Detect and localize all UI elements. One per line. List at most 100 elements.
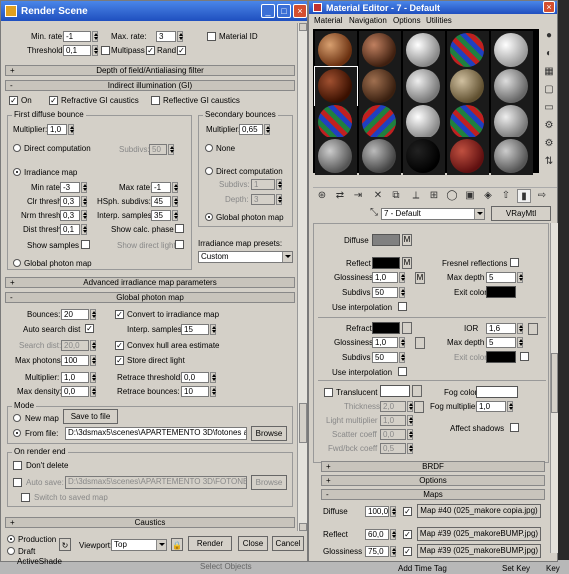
max-density-input[interactable]: 0,0: [61, 386, 89, 397]
show-end-result-icon[interactable]: ▮: [517, 189, 531, 203]
new-map-radio[interactable]: [13, 414, 21, 422]
put-to-scene-icon[interactable]: ⇄: [333, 189, 347, 203]
translucent-map-button[interactable]: [412, 385, 422, 397]
spinner-icon[interactable]: [210, 324, 216, 335]
rollout-global-photon[interactable]: - Global photon map: [5, 292, 295, 303]
refract-exit-checkbox[interactable]: [520, 352, 529, 361]
gpm-multiplier-input[interactable]: 1,0: [61, 372, 89, 383]
preview-icon[interactable]: ⚙: [542, 119, 556, 133]
spinner-icon[interactable]: [92, 45, 98, 56]
material-name-field[interactable]: 7 - Default: [381, 208, 485, 220]
spinner-icon[interactable]: [90, 340, 96, 351]
spinner-icon[interactable]: [517, 337, 523, 348]
backlight-icon[interactable]: ◐: [542, 47, 556, 61]
spinner-icon[interactable]: [90, 372, 96, 383]
spinner-icon[interactable]: [390, 546, 396, 557]
retrace-bounces-input[interactable]: 10: [181, 386, 209, 397]
viewport-select[interactable]: Top: [111, 539, 167, 551]
secondary-subdivs-input[interactable]: 1: [251, 179, 275, 190]
lock-icon[interactable]: 🔒: [171, 538, 183, 551]
sample-slot[interactable]: [359, 67, 401, 105]
editor-scrollbar[interactable]: [550, 223, 558, 553]
exit-color-swatch[interactable]: [486, 286, 516, 298]
refract-interp-checkbox[interactable]: [398, 367, 407, 376]
show-map-icon[interactable]: ▣: [463, 189, 477, 203]
spinner-icon[interactable]: [210, 372, 216, 383]
irr-min-rate-input[interactable]: -3: [60, 182, 80, 193]
sample-slot[interactable]: [403, 31, 445, 69]
spinner-icon[interactable]: [90, 355, 96, 366]
sample-slots[interactable]: [313, 29, 539, 175]
chevron-down-icon[interactable]: [156, 540, 166, 550]
aa-max-rate-input[interactable]: 3: [156, 31, 176, 42]
spinner-icon[interactable]: [177, 31, 183, 42]
refract-max-depth-input[interactable]: 5: [486, 337, 516, 348]
spinner-icon[interactable]: [276, 194, 282, 205]
map-glossiness-button[interactable]: Map #39 (025_makoreBUMP.jpg): [417, 544, 541, 558]
material-id-checkbox[interactable]: [207, 32, 216, 41]
options-icon[interactable]: ⚙: [542, 137, 556, 151]
refract-exit-swatch[interactable]: [486, 351, 516, 363]
uv-tiling-icon[interactable]: ▢: [542, 83, 556, 97]
from-file-path[interactable]: D:\3dsmax5\scenes\APARTEMENTO 3D\fotones…: [65, 427, 247, 440]
sample-slot[interactable]: [359, 31, 401, 69]
spinner-icon[interactable]: [507, 401, 513, 412]
production-radio[interactable]: [7, 535, 15, 543]
spinner-icon[interactable]: [81, 210, 87, 221]
spinner-icon[interactable]: [276, 179, 282, 190]
subdivs-input[interactable]: 50: [149, 144, 167, 155]
material-type-button[interactable]: VRayMtl: [491, 206, 551, 221]
multipass-checkbox[interactable]: [101, 46, 110, 55]
irr-max-rate-input[interactable]: -1: [151, 182, 171, 193]
gloss-map-button[interactable]: M: [415, 272, 425, 284]
refract-glossiness-input[interactable]: 1,0: [372, 337, 398, 348]
sample-slot[interactable]: [491, 103, 533, 141]
reset-icon[interactable]: ✕: [371, 189, 385, 203]
switch-saved-checkbox[interactable]: [21, 493, 30, 502]
minimize-icon[interactable]: _: [261, 4, 275, 18]
store-direct-checkbox[interactable]: ✓: [115, 356, 124, 365]
none-radio[interactable]: [205, 144, 213, 152]
refract-map-button[interactable]: [402, 322, 412, 334]
rollout-advanced-irradiance[interactable]: + Advanced irradiance map parameters: [5, 277, 295, 288]
refract-swatch[interactable]: [372, 322, 400, 334]
interp-samples-input[interactable]: 35: [151, 210, 171, 221]
reflect-glossiness-input[interactable]: 1,0: [372, 272, 398, 283]
effects-channel-icon[interactable]: ◯: [445, 189, 459, 203]
reflect-max-depth-input[interactable]: 5: [486, 272, 516, 283]
copy-material-icon[interactable]: ⧉: [389, 189, 403, 203]
gpm-interp-input[interactable]: 15: [181, 324, 209, 335]
translucent-swatch[interactable]: [380, 385, 410, 397]
spinner-icon[interactable]: [407, 401, 413, 412]
sample-slot[interactable]: [314, 66, 358, 106]
sample-slot[interactable]: [403, 67, 445, 105]
spinner-icon[interactable]: [407, 443, 413, 454]
go-forward-icon[interactable]: ⇨: [535, 189, 549, 203]
refract-gloss-map-button[interactable]: [415, 337, 425, 349]
sample-slot[interactable]: [447, 67, 489, 105]
light-multiplier-input[interactable]: 1,0: [380, 415, 406, 426]
sample-slot[interactable]: [359, 137, 401, 175]
library-icon[interactable]: ⊞: [427, 189, 441, 203]
rollout-caustics[interactable]: + Caustics: [5, 517, 295, 528]
scroll-thumb[interactable]: [551, 353, 558, 413]
map-diffuse-button[interactable]: Map #40 (025_makore copia.jpg): [417, 504, 541, 518]
menu-options[interactable]: Options: [393, 16, 421, 25]
assign-material-icon[interactable]: ⇥: [351, 189, 365, 203]
scroll-up-icon[interactable]: [299, 23, 307, 31]
fresnel-checkbox[interactable]: [510, 258, 519, 267]
spinner-icon[interactable]: [81, 182, 87, 193]
scrollbar[interactable]: [297, 23, 307, 531]
reflect-interp-checkbox[interactable]: [398, 302, 407, 311]
map-glossiness-amount[interactable]: 75,0: [365, 546, 389, 557]
close-icon[interactable]: ×: [293, 4, 307, 18]
rand-extra-checkbox[interactable]: ✓: [177, 46, 186, 55]
depth-input[interactable]: 3: [251, 194, 275, 205]
map-reflect-amount[interactable]: 60,0: [365, 529, 389, 540]
map-glossiness-checkbox[interactable]: ✓: [403, 547, 412, 556]
maximize-icon[interactable]: □: [277, 4, 291, 18]
reflect-swatch[interactable]: [372, 257, 400, 269]
ior-map-button[interactable]: [528, 323, 538, 335]
save-to-file-button[interactable]: Save to file: [63, 409, 118, 424]
spinner-icon[interactable]: [399, 287, 405, 298]
